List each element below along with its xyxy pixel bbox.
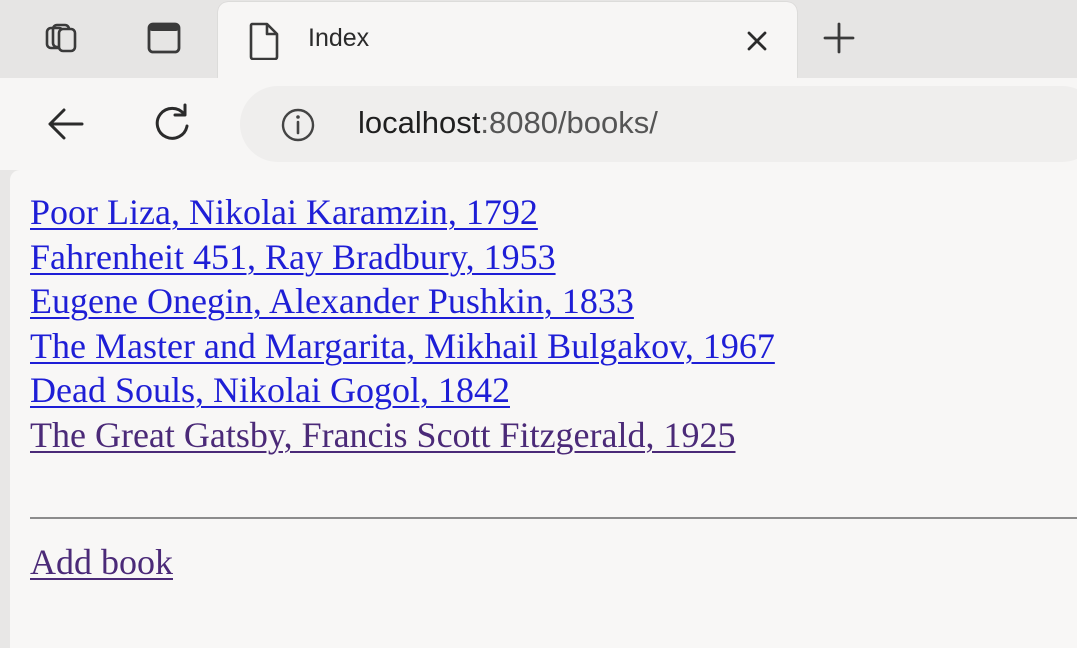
tab-strip: Index: [0, 0, 1077, 78]
workspaces-icon: [45, 23, 77, 53]
new-tab-button[interactable]: [817, 16, 861, 60]
url-host: localhost: [358, 105, 481, 140]
book-list: Poor Liza, Nikolai Karamzin, 1792 Fahren…: [30, 190, 775, 457]
book-link[interactable]: The Master and Margarita, Mikhail Bulgak…: [30, 324, 775, 369]
page-viewport: Poor Liza, Nikolai Karamzin, 1792 Fahren…: [10, 170, 1077, 648]
info-icon[interactable]: [280, 107, 316, 143]
page-icon: [249, 22, 279, 60]
book-link[interactable]: Dead Souls, Nikolai Gogol, 1842: [30, 368, 775, 413]
tab-title: Index: [308, 24, 370, 52]
new-tab-plus-icon: [823, 22, 855, 54]
tab-index[interactable]: Index: [218, 2, 797, 78]
book-link[interactable]: Eugene Onegin, Alexander Pushkin, 1833: [30, 279, 775, 324]
browser-toolbar: localhost:8080/books/: [0, 78, 1077, 170]
book-link[interactable]: The Great Gatsby, Francis Scott Fitzgera…: [30, 413, 775, 458]
refresh-icon: [155, 103, 189, 140]
vertical-tabs-icon: [147, 22, 181, 54]
close-tab-icon[interactable]: [740, 24, 774, 58]
refresh-button[interactable]: [148, 100, 196, 148]
book-link[interactable]: Poor Liza, Nikolai Karamzin, 1792: [30, 190, 775, 235]
workspaces-button[interactable]: [40, 16, 84, 60]
address-url[interactable]: localhost:8080/books/: [358, 105, 658, 141]
add-book-link[interactable]: Add book: [30, 540, 173, 584]
back-arrow-icon: [48, 108, 84, 140]
url-path: :8080/books/: [480, 105, 658, 140]
back-button[interactable]: [42, 100, 90, 148]
vertical-tabs-button[interactable]: [142, 16, 186, 60]
address-bar[interactable]: localhost:8080/books/: [240, 86, 1077, 162]
horizontal-rule: [30, 517, 1077, 519]
book-link[interactable]: Fahrenheit 451, Ray Bradbury, 1953: [30, 235, 775, 280]
